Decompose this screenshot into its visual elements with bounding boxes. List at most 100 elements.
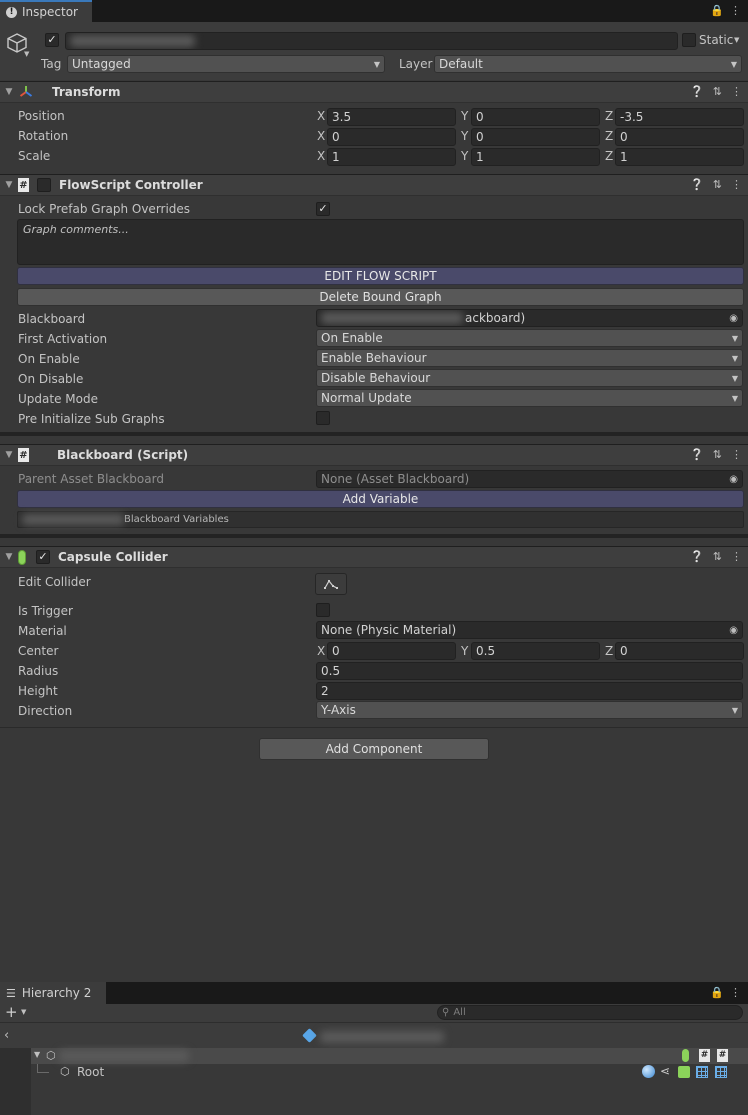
scale-y-field[interactable]: 1 [471, 148, 600, 166]
lock-overrides-checkbox[interactable]: ✓ [316, 202, 330, 216]
inspector-tab-bar: ! Inspector 🔒 ⋮ [0, 0, 748, 22]
help-icon[interactable]: ❔ [690, 85, 704, 98]
foldout-arrow-icon[interactable]: ▼ [0, 87, 18, 97]
flowscript-enabled-checkbox[interactable] [37, 178, 51, 192]
center-y-field[interactable]: 0.5 [471, 642, 600, 660]
help-icon[interactable]: ❔ [690, 550, 704, 563]
center-z-field[interactable]: 0 [615, 642, 744, 660]
blackboard-variables-label: Blackboard Variables [124, 514, 229, 525]
capsule-collider-header[interactable]: ▼ ✓ Capsule Collider ❔ ⇅ ⋮ [0, 546, 748, 568]
is-trigger-label: Is Trigger [18, 604, 73, 618]
graph-comments-placeholder: Graph comments... [23, 223, 129, 236]
scale-z-field[interactable]: 1 [615, 148, 744, 166]
tab-hierarchy-label: Hierarchy 2 [21, 986, 92, 1000]
more-menu-icon[interactable]: ⋮ [731, 448, 742, 461]
radius-label: Radius [18, 664, 59, 678]
capsule-collider-icon [18, 549, 26, 565]
object-picker-icon[interactable]: ◉ [729, 625, 738, 636]
more-menu-icon[interactable]: ⋮ [731, 178, 742, 191]
add-dropdown-arrow-icon[interactable]: ▼ [21, 1008, 26, 1016]
presets-icon[interactable]: ⇅ [713, 85, 722, 98]
on-enable-dropdown[interactable]: Enable Behaviour ▼ [316, 349, 743, 367]
more-menu-icon[interactable]: ⋮ [731, 85, 742, 98]
add-variable-button[interactable]: Add Variable [17, 490, 744, 508]
foldout-arrow-icon[interactable]: ▼ [0, 552, 18, 562]
blackboard-object-field[interactable]: ackboard) ◉ [316, 309, 743, 327]
is-trigger-checkbox[interactable] [316, 603, 330, 617]
transform-header[interactable]: ▼ Transform ❔ ⇅ ⋮ [0, 81, 748, 103]
capsule-enabled-checkbox[interactable]: ✓ [36, 550, 50, 564]
parent-asset-blackboard-field[interactable]: None (Asset Blackboard) ◉ [316, 470, 743, 488]
lock-icon[interactable]: 🔒 [710, 986, 724, 1000]
tag-dropdown[interactable]: Untagged ▼ [67, 55, 385, 73]
rotation-x-field[interactable]: 0 [327, 128, 456, 146]
object-name-field[interactable] [65, 32, 678, 50]
on-disable-label: On Disable [18, 372, 84, 386]
blackboard-variables-bar[interactable]: Blackboard Variables [17, 511, 744, 528]
scale-x-field[interactable]: 1 [327, 148, 456, 166]
static-dropdown-arrow-icon[interactable]: ▼ [734, 36, 739, 44]
position-y-field[interactable]: 0 [471, 108, 600, 126]
on-disable-dropdown[interactable]: Disable Behaviour ▼ [316, 369, 743, 387]
presets-icon[interactable]: ⇅ [713, 550, 722, 563]
foldout-arrow-icon[interactable]: ▼ [34, 1050, 40, 1059]
radius-field[interactable]: 0.5 [316, 662, 743, 680]
back-arrow-icon[interactable]: ‹ [4, 1028, 9, 1043]
on-enable-value: Enable Behaviour [321, 351, 427, 365]
icon-dropdown-arrow-icon[interactable]: ▼ [24, 50, 29, 58]
update-mode-dropdown[interactable]: Normal Update ▼ [316, 389, 743, 407]
material-field[interactable]: None (Physic Material) ◉ [316, 621, 743, 639]
presets-icon[interactable]: ⇅ [713, 448, 722, 461]
rotation-y-field[interactable]: 0 [471, 128, 600, 146]
gameobject-cube-icon: ⬡ [46, 1049, 56, 1062]
more-menu-icon[interactable]: ⋮ [730, 986, 741, 1000]
height-field[interactable]: 2 [316, 682, 743, 700]
lock-icon[interactable]: 🔒 [710, 4, 724, 18]
blackboard-header[interactable]: ▼ # Blackboard (Script) ❔ ⇅ ⋮ [0, 444, 748, 466]
tree-row-root[interactable]: ⬡ Root ⋖ [31, 1064, 748, 1080]
prefab-mode-breadcrumb: ‹ [0, 1022, 748, 1048]
static-checkbox[interactable] [682, 33, 696, 47]
gameobject-cube-icon: ⬡ [60, 1065, 70, 1078]
more-menu-icon[interactable]: ⋮ [731, 550, 742, 563]
hierarchy-search-field[interactable]: ⚲ All [437, 1005, 743, 1020]
object-picker-icon[interactable]: ◉ [729, 313, 738, 324]
script-icon: # [699, 1049, 710, 1062]
active-checkbox[interactable]: ✓ [45, 33, 59, 47]
help-icon[interactable]: ❔ [690, 448, 704, 461]
graph-comments-textarea[interactable]: Graph comments... [17, 219, 744, 265]
direction-label: Direction [18, 704, 73, 718]
edit-flow-script-button[interactable]: EDIT FLOW SCRIPT [17, 267, 744, 285]
pre-initialize-checkbox[interactable] [316, 411, 330, 425]
rotation-z-field[interactable]: 0 [615, 128, 744, 146]
tab-hierarchy[interactable]: ☰ Hierarchy 2 [0, 982, 106, 1004]
scale-label: Scale [18, 149, 51, 163]
center-label: Center [18, 644, 59, 658]
tree-row-prefab-root[interactable]: ▼ ⬡ # # [31, 1048, 748, 1064]
tag-label: Tag [41, 57, 62, 71]
position-x-field[interactable]: 3.5 [327, 108, 456, 126]
position-z-field[interactable]: -3.5 [615, 108, 744, 126]
edit-collider-button[interactable] [315, 573, 347, 595]
component-header-icons: ❔ ⇅ ⋮ [690, 550, 742, 563]
more-menu-icon[interactable]: ⋮ [730, 4, 741, 18]
pre-initialize-label: Pre Initialize Sub Graphs [18, 412, 165, 426]
add-component-button[interactable]: Add Component [259, 738, 489, 760]
material-value: None (Physic Material) [321, 623, 457, 637]
layer-dropdown[interactable]: Default ▼ [434, 55, 742, 73]
center-x-field[interactable]: 0 [327, 642, 456, 660]
foldout-arrow-icon[interactable]: ▼ [0, 180, 18, 190]
direction-dropdown[interactable]: Y-Axis ▼ [316, 701, 743, 719]
gameobject-header: ▼ ✓ Static ▼ Tag Untagged ▼ Layer Default… [0, 22, 748, 80]
capsule-collider-body: Edit Collider Is Trigger Material None (… [0, 569, 748, 728]
help-icon[interactable]: ❔ [690, 178, 704, 191]
object-picker-icon[interactable]: ◉ [729, 474, 738, 485]
add-plus-icon[interactable]: + [5, 1003, 18, 1021]
tab-inspector[interactable]: ! Inspector [0, 0, 92, 22]
flowscript-header[interactable]: ▼ # FlowScript Controller ❔ ⇅ ⋮ [0, 174, 748, 196]
delete-bound-graph-button[interactable]: Delete Bound Graph [17, 288, 744, 306]
static-label[interactable]: Static [699, 33, 733, 47]
foldout-arrow-icon[interactable]: ▼ [0, 450, 18, 460]
first-activation-dropdown[interactable]: On Enable ▼ [316, 329, 743, 347]
presets-icon[interactable]: ⇅ [713, 178, 722, 191]
